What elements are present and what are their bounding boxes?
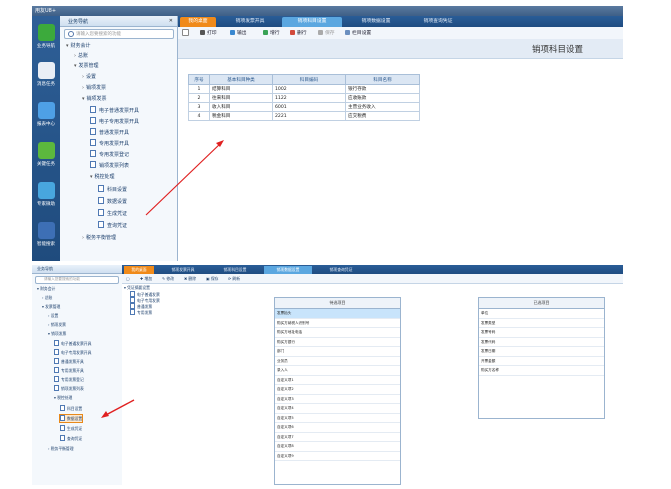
arrow-top	[145, 140, 224, 216]
annotation-arrows	[101, 140, 224, 418]
arrow-bottom	[101, 399, 135, 418]
